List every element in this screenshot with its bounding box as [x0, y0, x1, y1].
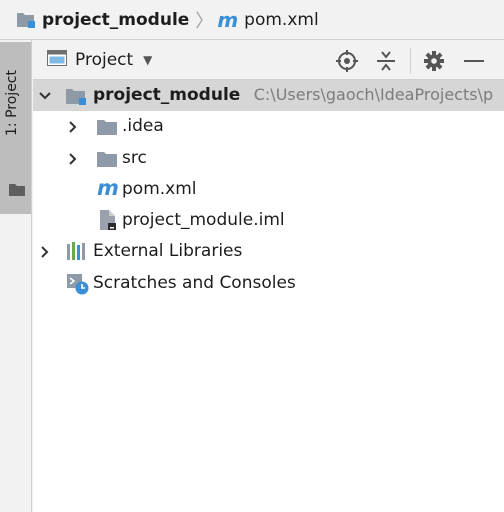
- tree-item-label: Scratches and Consoles: [93, 272, 296, 293]
- scratches-icon: [66, 272, 90, 301]
- root-name: project_module: [93, 85, 241, 105]
- breadcrumb-project[interactable]: project_module: [16, 10, 189, 30]
- collapse-all-icon[interactable]: [375, 50, 397, 72]
- tree-row-iml[interactable]: project_module.iml: [33, 205, 504, 236]
- tree-item-label: External Libraries: [93, 241, 243, 262]
- project-view-icon: [47, 49, 67, 71]
- tree-root-label: project_module C:\Users\gaoch\IdeaProjec…: [93, 85, 493, 105]
- folder-icon: [9, 182, 25, 201]
- chevron-right-icon[interactable]: [67, 152, 79, 165]
- navigation-bar: project_module 〉 m pom.xml: [0, 0, 504, 40]
- locate-icon[interactable]: [336, 50, 358, 72]
- project-tab-label: 1: Project: [4, 70, 20, 136]
- module-folder-icon: [16, 11, 36, 29]
- tree-row-pom[interactable]: m pom.xml: [33, 174, 504, 205]
- tree-item-label: project_module.iml: [122, 210, 285, 231]
- tree-row-src[interactable]: src: [33, 143, 504, 174]
- maven-file-icon: m: [217, 7, 239, 32]
- tree-row-external-libraries[interactable]: External Libraries: [33, 236, 504, 267]
- folder-icon: [97, 119, 117, 140]
- breadcrumb-file[interactable]: m pom.xml: [217, 8, 318, 32]
- tree-row-scratches[interactable]: Scratches and Consoles: [33, 268, 504, 299]
- tool-window-stripe: 1: Project: [0, 40, 32, 512]
- chevron-down-icon: ▼: [143, 53, 153, 67]
- breadcrumb-separator: 〉: [195, 10, 214, 32]
- tool-window-header: Project ▼: [33, 40, 504, 80]
- chevron-right-icon[interactable]: [39, 246, 51, 259]
- libraries-icon: [66, 242, 88, 265]
- view-mode-dropdown[interactable]: Project ▼: [47, 48, 152, 72]
- folder-icon: [97, 151, 117, 172]
- module-file-icon: [99, 209, 117, 236]
- chevron-down-icon[interactable]: [39, 90, 51, 102]
- root-path: C:\Users\gaoch\IdeaProjects\p: [253, 85, 494, 104]
- tree-row-root[interactable]: project_module C:\Users\gaoch\IdeaProjec…: [33, 80, 504, 112]
- project-tool-tab[interactable]: 1: Project: [0, 42, 31, 214]
- tree-row-idea[interactable]: .idea: [33, 111, 504, 142]
- breadcrumb-file-label: pom.xml: [244, 9, 319, 30]
- maven-file-icon: m: [97, 175, 119, 200]
- minimize-icon[interactable]: [463, 50, 485, 72]
- module-folder-icon: [65, 86, 87, 111]
- breadcrumb-project-label: project_module: [42, 9, 190, 30]
- gear-icon[interactable]: [423, 50, 445, 72]
- project-tree: project_module C:\Users\gaoch\IdeaProjec…: [33, 80, 504, 299]
- chevron-right-icon[interactable]: [67, 121, 79, 134]
- tree-item-label: src: [122, 147, 147, 168]
- tree-item-label: .idea: [122, 116, 164, 137]
- header-divider: [410, 48, 411, 74]
- tree-item-label: pom.xml: [122, 178, 197, 199]
- view-mode-label: Project: [75, 50, 134, 70]
- project-tool-window: Project ▼ project_module C:\Users\gaoch\…: [33, 40, 504, 512]
